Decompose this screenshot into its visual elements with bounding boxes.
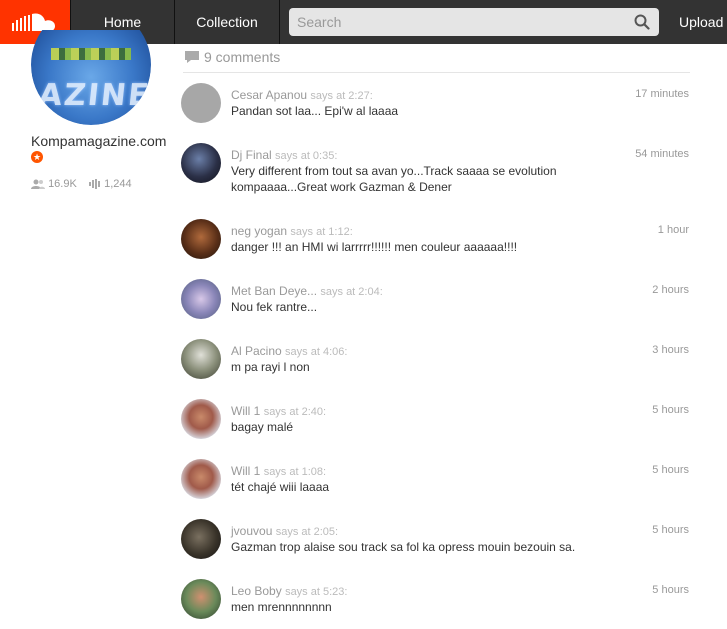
- tracks-icon: [89, 179, 101, 190]
- comment-bubble-icon: [185, 51, 199, 63]
- comment-text: Gazman trop alaise sou track sa fol ka o…: [231, 540, 576, 554]
- commenter-avatar[interactable]: [181, 279, 221, 319]
- comment-timestamp-position[interactable]: says at 2:40:: [264, 406, 326, 418]
- commenter-avatar[interactable]: [181, 83, 221, 123]
- commenter-name[interactable]: Will 1: [231, 464, 260, 478]
- comment-age: 5 hours: [652, 404, 689, 416]
- comment-text: Nou fek rantre...: [231, 300, 318, 314]
- commenter-name[interactable]: jvouvou: [231, 524, 272, 538]
- comment-item: Dj Final says at 0:35: 54 minutes Very d…: [181, 143, 691, 194]
- commenter-avatar[interactable]: [181, 579, 221, 619]
- comment-item: Al Pacino says at 4:06: 3 hours m pa ray…: [181, 339, 691, 389]
- comment-timestamp-position[interactable]: says at 5:23:: [285, 586, 347, 598]
- comment-item: Will 1 says at 2:40: 5 hours bagay malé: [181, 399, 691, 449]
- comment-timestamp-position[interactable]: says at 4:06:: [285, 346, 347, 358]
- comment-item: jvouvou says at 2:05: 5 hours Gazman tro…: [181, 519, 691, 569]
- comment-age: 3 hours: [652, 344, 689, 356]
- commenter-name[interactable]: Cesar Apanou: [231, 88, 307, 102]
- comment-timestamp-position[interactable]: says at 1:12:: [290, 226, 352, 238]
- commenter-avatar[interactable]: [181, 143, 221, 183]
- comment-text: bagay malé: [231, 420, 294, 434]
- nav-collection[interactable]: Collection: [175, 0, 280, 44]
- comments-header: 9 comments: [183, 47, 690, 73]
- pro-badge-icon: ★: [31, 151, 43, 163]
- comment-age: 5 hours: [652, 524, 689, 536]
- comment-text: m pa rayi l non: [231, 360, 310, 374]
- comment-item: Leo Boby says at 5:23: 5 hours men mrenn…: [181, 579, 691, 629]
- commenter-name[interactable]: Leo Boby: [231, 584, 282, 598]
- comment-timestamp-position[interactable]: says at 1:08:: [264, 466, 326, 478]
- comment-timestamp-position[interactable]: says at 2:27:: [310, 90, 372, 102]
- comment-timestamp-position[interactable]: says at 2:04:: [320, 286, 382, 298]
- profile-name[interactable]: Kompamagazine.com: [31, 133, 166, 149]
- comment-age: 2 hours: [652, 284, 689, 296]
- comment-text: danger !!! an HMI wi larrrrr!!!!!! men c…: [231, 240, 518, 254]
- followers-count[interactable]: 16.9K: [48, 178, 77, 190]
- comment-age: 5 hours: [652, 464, 689, 476]
- commenter-avatar[interactable]: [181, 519, 221, 559]
- comment-item: Will 1 says at 1:08: 5 hours tét chajé w…: [181, 459, 691, 509]
- commenter-name[interactable]: Met Ban Deye...: [231, 284, 317, 298]
- tracks-count[interactable]: 1,244: [104, 178, 132, 190]
- commenter-name[interactable]: Will 1: [231, 404, 260, 418]
- comment-age: 1 hour: [657, 224, 689, 236]
- comment-timestamp-position[interactable]: says at 2:05:: [276, 526, 338, 538]
- comment-age: 54 minutes: [635, 148, 689, 160]
- comment-text: tét chajé wiii laaaa: [231, 480, 330, 494]
- commenter-name[interactable]: Al Pacino: [231, 344, 282, 358]
- comment-text: Pandan sot laa... Epi'w al laaaa: [231, 104, 399, 118]
- commenter-name[interactable]: neg yogan: [231, 224, 287, 238]
- profile-avatar[interactable]: AZINE: [31, 30, 151, 125]
- comment-text: men mrennnnnnnn: [231, 600, 332, 614]
- comment-timestamp-position[interactable]: says at 0:35:: [275, 150, 337, 162]
- commenter-name[interactable]: Dj Final: [231, 148, 272, 162]
- comment-age: 5 hours: [652, 584, 689, 596]
- comment-age: 17 minutes: [635, 88, 689, 100]
- search-icon[interactable]: [634, 14, 650, 30]
- comment-item: neg yogan says at 1:12: 1 hour danger !!…: [181, 219, 691, 269]
- commenter-avatar[interactable]: [181, 339, 221, 379]
- comment-text: Very different from tout sa avan yo...Tr…: [231, 164, 557, 194]
- search-input[interactable]: [289, 8, 627, 36]
- followers-icon: [31, 179, 45, 190]
- comment-item: Cesar Apanou says at 2:27: 17 minutes Pa…: [181, 83, 691, 133]
- upload-link[interactable]: Upload: [674, 0, 723, 44]
- comments-count: 9 comments: [204, 49, 281, 65]
- commenter-avatar[interactable]: [181, 399, 221, 439]
- profile-stats: 16.9K 1,244: [31, 178, 132, 190]
- commenter-avatar[interactable]: [181, 219, 221, 259]
- search-box: [289, 8, 659, 36]
- comment-item: Met Ban Deye... says at 2:04: 2 hours No…: [181, 279, 691, 329]
- commenter-avatar[interactable]: [181, 459, 221, 499]
